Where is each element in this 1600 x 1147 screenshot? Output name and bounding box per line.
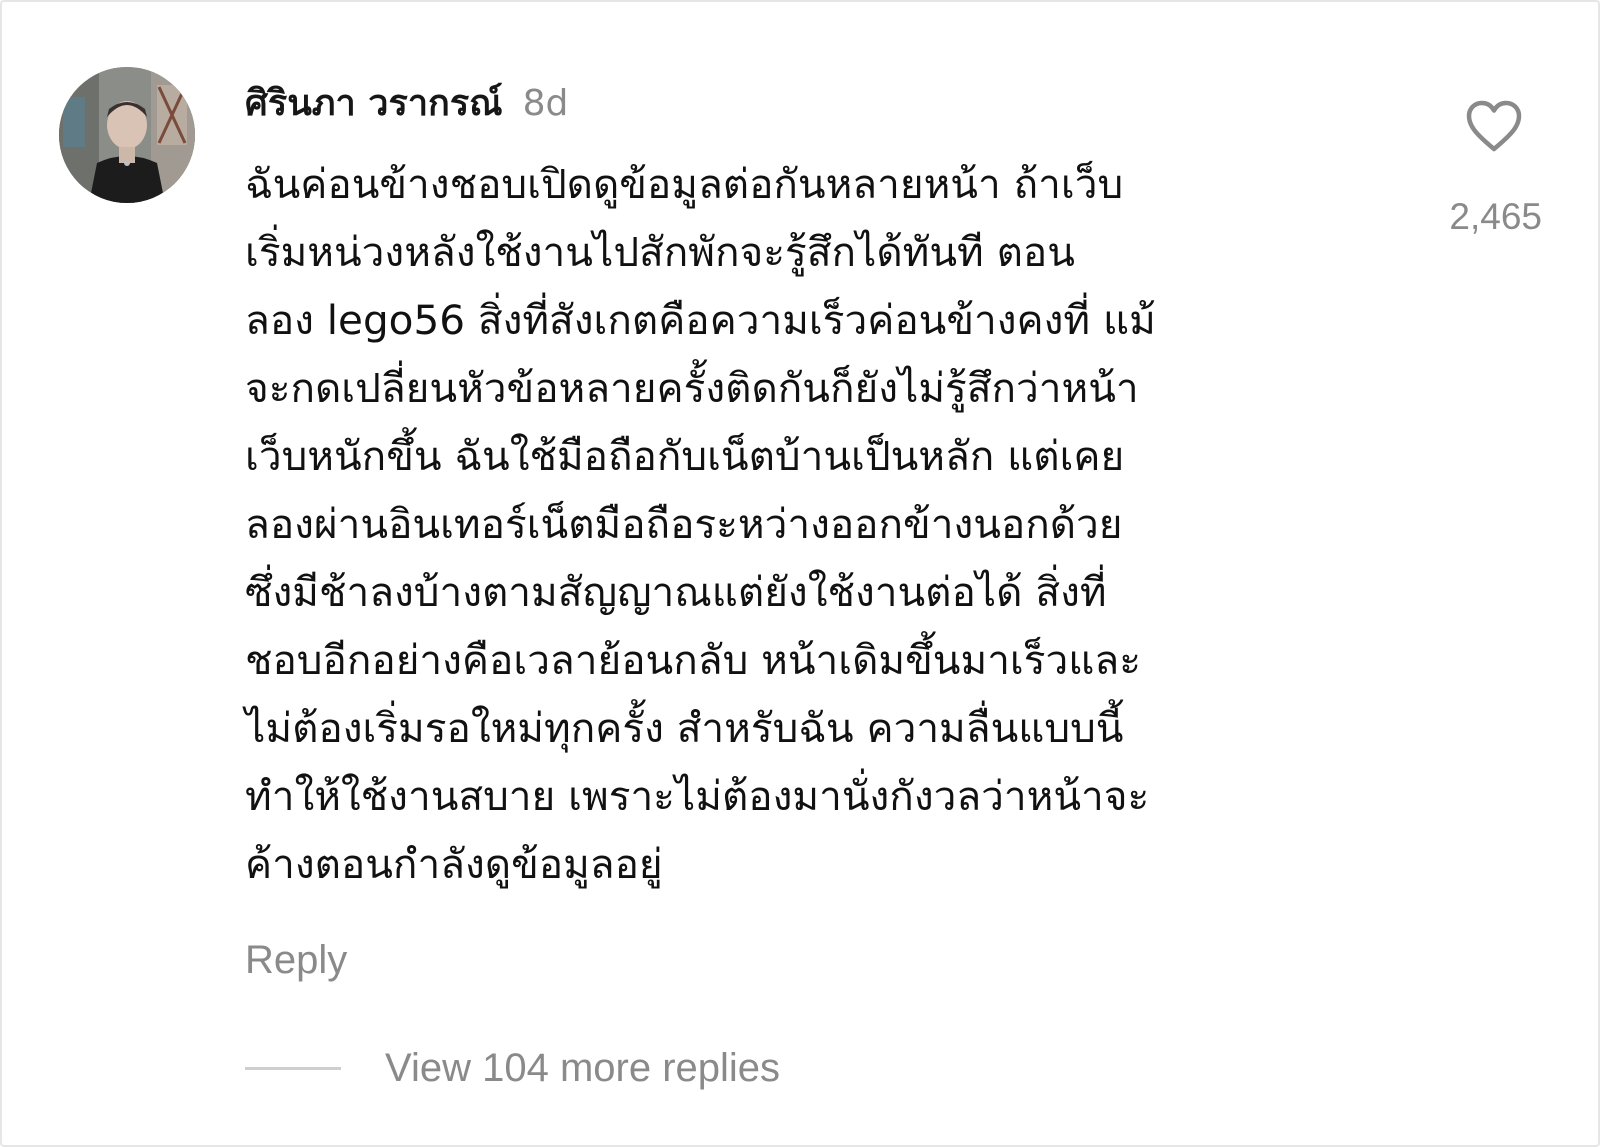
comment-line: ซึ่งมีช้าลงบ้างตามสัญญาณแต่ยังใช้งานต่อไ… [245,568,1107,616]
comment-line: ชอบอีกอย่างคือเวลาย้อนกลับ หน้าเดิมขึ้นม… [245,636,1141,684]
comment-text: ฉันค่อนข้างชอบเปิดดูข้อมูลต่อกันหลายหน้า… [245,150,1365,898]
comment-header: ศิรินภา วรากรณ์ 8d [245,74,568,130]
heart-outline-icon [1466,100,1522,152]
comment-line: ทำให้ใช้งานสบาย เพราะไม่ต้องมานั่งกังวลว… [245,772,1150,820]
comment-line: ไม่ต้องเริ่มรอใหม่ทุกครั้ง สำหรับฉัน ควา… [245,704,1124,752]
view-more-replies-button[interactable]: View 104 more replies [245,1040,780,1096]
comment-line: ค้างตอนกำลังดูข้อมูลอยู่ [245,840,663,888]
replies-divider [245,1066,341,1070]
view-more-replies-label: View 104 more replies [385,1045,781,1090]
comment-line: เริ่มหน่วงหลังใช้งานไปสักพักจะรู้สึกได้ท… [245,228,1075,276]
author-name[interactable]: ศิรินภา วรากรณ์ [245,74,503,131]
avatar[interactable] [59,67,195,203]
comment-line: ลอง lego56 สิ่งที่สังเกตคือความเร็วค่อนข… [245,296,1156,344]
comment-line: เว็บหนักขึ้น ฉันใช้มือถือกับเน็ตบ้านเป็น… [245,432,1125,480]
comment-line: จะกดเปลี่ยนหัวข้อหลายครั้งติดกันก็ยังไม่… [245,364,1139,412]
reply-button[interactable]: Reply [245,938,347,983]
like-button[interactable] [1464,98,1524,154]
avatar-photo [59,67,195,203]
comment-line: ฉันค่อนข้างชอบเปิดดูข้อมูลต่อกันหลายหน้า… [245,160,1124,208]
comment-line: ลองผ่านอินเทอร์เน็ตมือถือระหว่างออกข้างน… [245,500,1123,548]
comment-card: ศิรินภา วรากรณ์ 8d ฉันค่อนข้างชอบเปิดดูข… [0,0,1600,1147]
like-count: 2,465 [1449,196,1542,237]
comment-timestamp: 8d [522,83,569,124]
